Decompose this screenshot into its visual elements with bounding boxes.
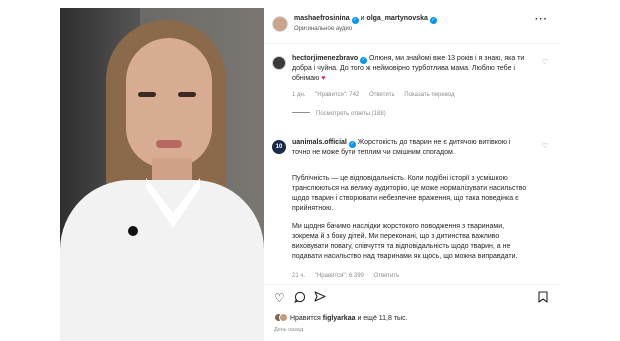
more-options-icon[interactable]: ···	[535, 14, 548, 25]
comment-meta: 1 дн. "Нравится": 742 Ответить Показать …	[292, 92, 463, 98]
reply-button[interactable]: Ответить	[369, 92, 395, 98]
coauthor-username[interactable]: olga_martynovska	[366, 15, 427, 22]
author-avatar[interactable]	[272, 16, 288, 32]
likes-user[interactable]: figlyarkaa	[323, 315, 356, 322]
liker-avatar	[279, 313, 288, 322]
post-video[interactable]	[60, 8, 264, 341]
verified-icon: ✓	[348, 141, 356, 148]
heart-icon[interactable]: ♡	[274, 291, 285, 305]
lapel-microphone	[128, 226, 138, 236]
reply-button[interactable]: Ответить	[374, 273, 400, 279]
comment-body: uanimals.official ✓ Жорстокість до твари…	[292, 138, 528, 158]
post-header: mashaefrosinina ✓ и olga_martynovska ✓ О…	[264, 8, 560, 44]
and-text: и	[360, 15, 365, 22]
audio-label[interactable]: Оригинальное аудио	[294, 26, 352, 32]
comment-paragraph: Ми щодня бачимо наслідки жорстокого пово…	[292, 223, 518, 260]
view-replies-label: Посмотреть ответы (188)	[316, 111, 386, 117]
likes-prefix: Нравится	[289, 315, 321, 322]
comment-icon[interactable]	[294, 291, 306, 306]
comment-like-icon[interactable]: ♡	[542, 142, 548, 150]
likes-suffix[interactable]: и ещё 11,8 тыс.	[357, 315, 407, 322]
comment-time[interactable]: 1 дн.	[292, 92, 306, 98]
verified-icon: ✓	[351, 17, 359, 24]
bookmark-icon[interactable]	[538, 291, 548, 306]
post-side-panel: mashaefrosinina ✓ и olga_martynovska ✓ О…	[264, 8, 560, 341]
commenter-avatar[interactable]: 10	[272, 140, 286, 154]
comment-body: hectorjimenezbravo ✓ Олюня, ми знайомі в…	[292, 54, 528, 84]
comment-paragraph: Публічність — це відповідальність. Коли …	[292, 175, 527, 212]
verified-icon: ✓	[429, 17, 437, 24]
comment-likes[interactable]: "Нравится": 742	[315, 92, 359, 98]
post-authors: mashaefrosinina ✓ и olga_martynovska ✓	[294, 15, 437, 24]
comments-list: hectorjimenezbravo ✓ Олюня, ми знайомі в…	[264, 44, 560, 284]
comment-time[interactable]: 21 ч.	[292, 273, 305, 279]
post-actions: ♡ Нравится figlyarkaa и ещё 11,8 тыс. Де…	[264, 284, 560, 341]
post-date[interactable]: День назад	[274, 327, 303, 333]
commenter-username[interactable]: uanimals.official	[292, 139, 347, 146]
comment-meta: 21 ч. "Нравится": 6 399 Ответить	[292, 273, 407, 279]
view-replies-button[interactable]: Посмотреть ответы (188)	[292, 111, 386, 117]
author-username[interactable]: mashaefrosinina	[294, 15, 350, 22]
verified-icon: ✓	[360, 57, 368, 64]
translate-button[interactable]: Показать перевод	[404, 92, 454, 98]
send-icon[interactable]	[314, 291, 326, 306]
heart-emoji: ♥	[321, 75, 326, 82]
comment-likes[interactable]: "Нравится": 6 399	[315, 273, 364, 279]
instagram-post: mashaefrosinina ✓ и olga_martynovska ✓ О…	[60, 8, 560, 341]
commenter-username[interactable]: hectorjimenezbravo	[292, 55, 358, 62]
comment-like-icon[interactable]: ♡	[542, 58, 548, 66]
likes-summary[interactable]: Нравится figlyarkaa и ещё 11,8 тыс.	[274, 313, 408, 322]
commenter-avatar[interactable]	[272, 56, 286, 70]
